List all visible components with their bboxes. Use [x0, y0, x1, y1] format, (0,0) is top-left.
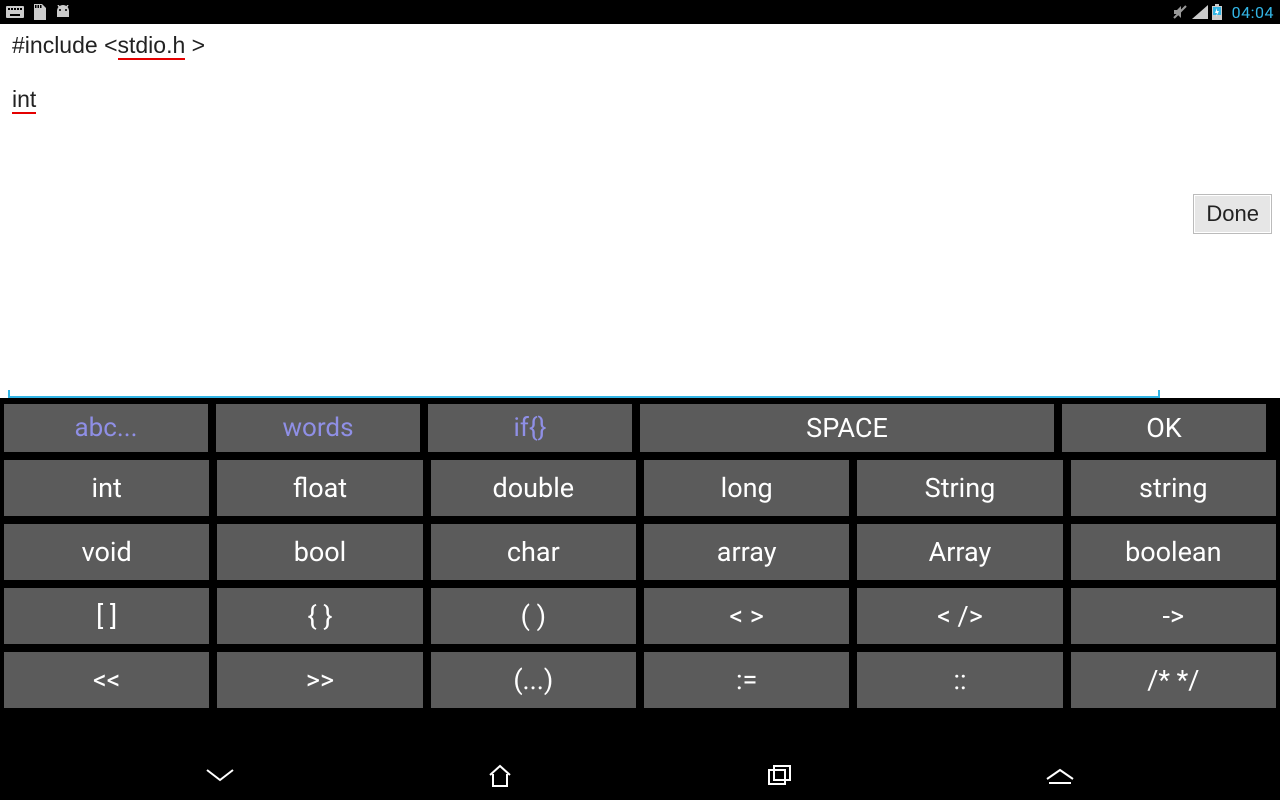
key-array-cap[interactable]: Array: [857, 524, 1062, 580]
key-long[interactable]: long: [644, 460, 849, 516]
key-angle[interactable]: < >: [644, 588, 849, 644]
text-field-underline: [8, 396, 1160, 398]
key-shl[interactable]: <<: [4, 652, 209, 708]
key-float[interactable]: float: [217, 460, 422, 516]
done-button[interactable]: Done: [1193, 194, 1272, 234]
spellcheck-underline: stdio.h: [118, 32, 186, 60]
code-editor[interactable]: #include <stdio.h > int Done: [0, 24, 1280, 398]
key-closetag[interactable]: < />: [857, 588, 1062, 644]
key-parens[interactable]: ( ): [431, 588, 636, 644]
code-text: #include <: [12, 32, 118, 58]
key-char[interactable]: char: [431, 524, 636, 580]
key-string[interactable]: string: [1071, 460, 1276, 516]
clock: 04:04: [1232, 3, 1274, 22]
key-boolean[interactable]: boolean: [1071, 524, 1276, 580]
key-assign[interactable]: :=: [644, 652, 849, 708]
key-brackets[interactable]: [ ]: [4, 588, 209, 644]
key-shr[interactable]: >>: [217, 652, 422, 708]
nav-menu-icon[interactable]: [1000, 756, 1120, 796]
key-words[interactable]: words: [216, 404, 420, 452]
navigation-bar: [0, 752, 1280, 800]
key-comment[interactable]: /* */: [1071, 652, 1276, 708]
keyboard-icon: [6, 6, 24, 18]
mute-icon: [1172, 4, 1188, 20]
key-scope[interactable]: ::: [857, 652, 1062, 708]
nav-recent-icon[interactable]: [720, 756, 840, 796]
status-bar: 04:04: [0, 0, 1280, 24]
spellcheck-underline: int: [12, 86, 36, 114]
key-group[interactable]: (...): [431, 652, 636, 708]
battery-charging-icon: [1212, 4, 1222, 20]
custom-keyboard: abc... words if{} SPACE OK int float dou…: [0, 398, 1280, 752]
key-bool[interactable]: bool: [217, 524, 422, 580]
nav-home-icon[interactable]: [440, 756, 560, 796]
key-array[interactable]: array: [644, 524, 849, 580]
nav-back-icon[interactable]: [160, 756, 280, 796]
android-icon: [54, 5, 72, 19]
code-text: >: [185, 32, 205, 58]
key-abc[interactable]: abc...: [4, 404, 208, 452]
key-if[interactable]: if{}: [428, 404, 632, 452]
signal-icon: [1192, 5, 1208, 19]
key-double[interactable]: double: [431, 460, 636, 516]
key-space[interactable]: SPACE: [640, 404, 1054, 452]
key-braces[interactable]: { }: [217, 588, 422, 644]
key-string-cap[interactable]: String: [857, 460, 1062, 516]
sdcard-icon: [32, 4, 46, 20]
key-arrow[interactable]: ->: [1071, 588, 1276, 644]
key-ok[interactable]: OK: [1062, 404, 1266, 452]
key-int[interactable]: int: [4, 460, 209, 516]
editor-content[interactable]: #include <stdio.h > int: [0, 24, 1280, 398]
key-void[interactable]: void: [4, 524, 209, 580]
